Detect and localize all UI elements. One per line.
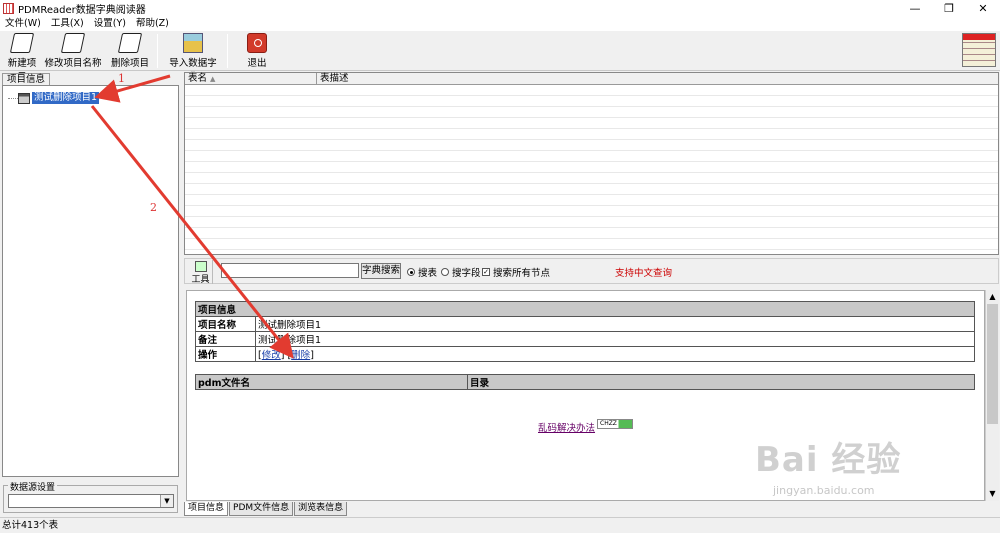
delete-project-button[interactable]: 删除项目	[110, 33, 150, 69]
grid-header: 表名 ▲ 表描述	[185, 73, 998, 85]
action-cell: [修改] [删除]	[255, 346, 975, 362]
table-row	[185, 195, 998, 206]
table-row	[185, 118, 998, 129]
dictionary-search-button[interactable]: 字典搜索	[361, 263, 401, 279]
toolbar: 新建项目 修改项目名称 删除项目 导入数据字典 退出	[0, 31, 1000, 83]
chzz-badge[interactable]: CHZZ	[597, 419, 633, 429]
tree-item[interactable]: 测试删除项目1	[8, 92, 100, 104]
power-icon	[247, 33, 267, 53]
project-info-table: 项目信息 项目名称 测试删除项目1 备注 测试删除项目1 操作 [修改] [删除…	[195, 301, 975, 362]
table-row	[185, 96, 998, 107]
title-bar: PDMReader数据字典阅读器 — ❐ ✕	[0, 0, 1000, 17]
table-row	[185, 162, 998, 173]
window-controls: — ❐ ✕	[898, 0, 1000, 17]
table-row	[185, 85, 998, 96]
table-row	[185, 173, 998, 184]
column-table-name[interactable]: 表名 ▲	[185, 73, 317, 84]
import-dictionary-button[interactable]: 导入数据字典	[165, 33, 221, 83]
action-label: 操作	[195, 346, 256, 362]
datasource-group: 数据源设置 ▼	[3, 480, 178, 513]
tab-pdm-file-info[interactable]: PDM文件信息	[229, 502, 294, 516]
remark-label: 备注	[195, 331, 256, 347]
datasource-label: 数据源设置	[8, 480, 58, 493]
column-pdm-filename: pdm文件名	[195, 374, 468, 390]
watermark-logo: Bai 经验	[755, 440, 902, 480]
bottom-tabs: 项目信息 PDM文件信息 浏览表信息	[184, 502, 348, 516]
menu-bar: 文件(W) 工具(X) 设置(Y) 帮助(Z)	[0, 17, 1000, 31]
table-grid[interactable]: 表名 ▲ 表描述	[184, 72, 999, 255]
chevron-down-icon[interactable]: ▼	[160, 495, 173, 507]
radio-search-table[interactable]: 搜表	[407, 265, 437, 279]
status-bar: 总计413个表	[0, 517, 1000, 533]
column-directory: 目录	[467, 374, 975, 390]
menu-help[interactable]: 帮助(Z)	[131, 17, 174, 31]
chinese-query-note: 支持中文查询	[615, 268, 673, 279]
edit-link[interactable]: 修改	[262, 350, 281, 361]
restore-icon[interactable]: ❐	[932, 0, 966, 17]
search-input[interactable]	[221, 263, 359, 278]
new-project-icon	[9, 33, 35, 53]
annotation-label-2: 2	[150, 201, 157, 214]
baidu-watermark: Bai 经验 jingyan.baidu.com	[745, 422, 945, 512]
radio-search-field[interactable]: 搜字段	[441, 265, 481, 279]
sort-up-icon: ▲	[210, 75, 216, 83]
tab-project-info-bottom[interactable]: 项目信息	[184, 502, 229, 516]
tab-project-info[interactable]: 项目信息	[2, 73, 51, 85]
datasource-select[interactable]: ▼	[8, 494, 174, 508]
app-icon	[3, 3, 14, 14]
table-row	[185, 239, 998, 250]
rename-project-button[interactable]: 修改项目名称	[44, 33, 102, 69]
garbled-fix-link[interactable]: 乱码解决办法	[538, 420, 595, 434]
table-row	[185, 228, 998, 239]
search-bar: 工具 字典搜索 搜表 搜字段 ✓ 搜索所有节点 支持中文查询	[184, 258, 999, 285]
radio-icon	[441, 268, 449, 276]
annotation-label-1: 1	[118, 72, 125, 85]
checkbox-search-all-nodes[interactable]: ✓ 搜索所有节点	[482, 265, 550, 279]
scroll-thumb[interactable]	[987, 304, 998, 424]
column-table-desc[interactable]: 表描述	[317, 73, 998, 84]
rename-project-icon	[60, 33, 86, 53]
calendar-icon[interactable]	[962, 33, 996, 67]
tree-connector	[8, 97, 18, 99]
table-row	[185, 107, 998, 118]
exit-button[interactable]: 退出	[242, 33, 272, 69]
new-project-button[interactable]: 新建项目	[4, 33, 40, 83]
delete-project-icon	[117, 33, 143, 53]
pdm-file-table: pdm文件名 目录	[195, 374, 975, 390]
left-panel: 项目信息 测试删除项目1 数据源设置 ▼	[0, 71, 181, 517]
project-info-header: 项目信息	[195, 301, 975, 317]
radio-icon	[407, 268, 415, 276]
close-icon[interactable]: ✕	[966, 0, 1000, 17]
table-row	[185, 217, 998, 228]
watermark-url: jingyan.baidu.com	[773, 484, 875, 497]
table-row	[185, 140, 998, 151]
toolbar-separator	[227, 34, 228, 68]
table-row	[185, 129, 998, 140]
menu-settings[interactable]: 设置(Y)	[89, 17, 131, 31]
tools-icon	[194, 261, 207, 272]
minimize-icon[interactable]: —	[898, 0, 932, 17]
detail-scrollbar[interactable]: ▲ ▼	[985, 290, 999, 501]
database-icon	[18, 92, 30, 104]
delete-link[interactable]: 删除	[291, 350, 310, 361]
import-icon	[183, 33, 203, 53]
remark-value: 测试删除项目1	[255, 331, 975, 347]
toolbar-separator	[157, 34, 158, 68]
project-name-value: 测试删除项目1	[255, 316, 975, 332]
tab-browse-table-info[interactable]: 浏览表信息	[294, 502, 348, 516]
tools-button[interactable]: 工具	[189, 260, 213, 285]
table-row	[185, 151, 998, 162]
table-row	[185, 206, 998, 217]
tree-item-label[interactable]: 测试删除项目1	[32, 92, 100, 104]
project-name-label: 项目名称	[195, 316, 256, 332]
scroll-up-icon[interactable]: ▲	[986, 290, 999, 304]
project-tree[interactable]: 测试删除项目1	[2, 85, 179, 477]
menu-tools[interactable]: 工具(X)	[46, 17, 89, 31]
table-row	[185, 184, 998, 195]
scroll-down-icon[interactable]: ▼	[986, 487, 999, 501]
menu-file[interactable]: 文件(W)	[0, 17, 46, 31]
checkbox-icon: ✓	[482, 268, 490, 276]
window-title: PDMReader数据字典阅读器	[18, 5, 146, 16]
